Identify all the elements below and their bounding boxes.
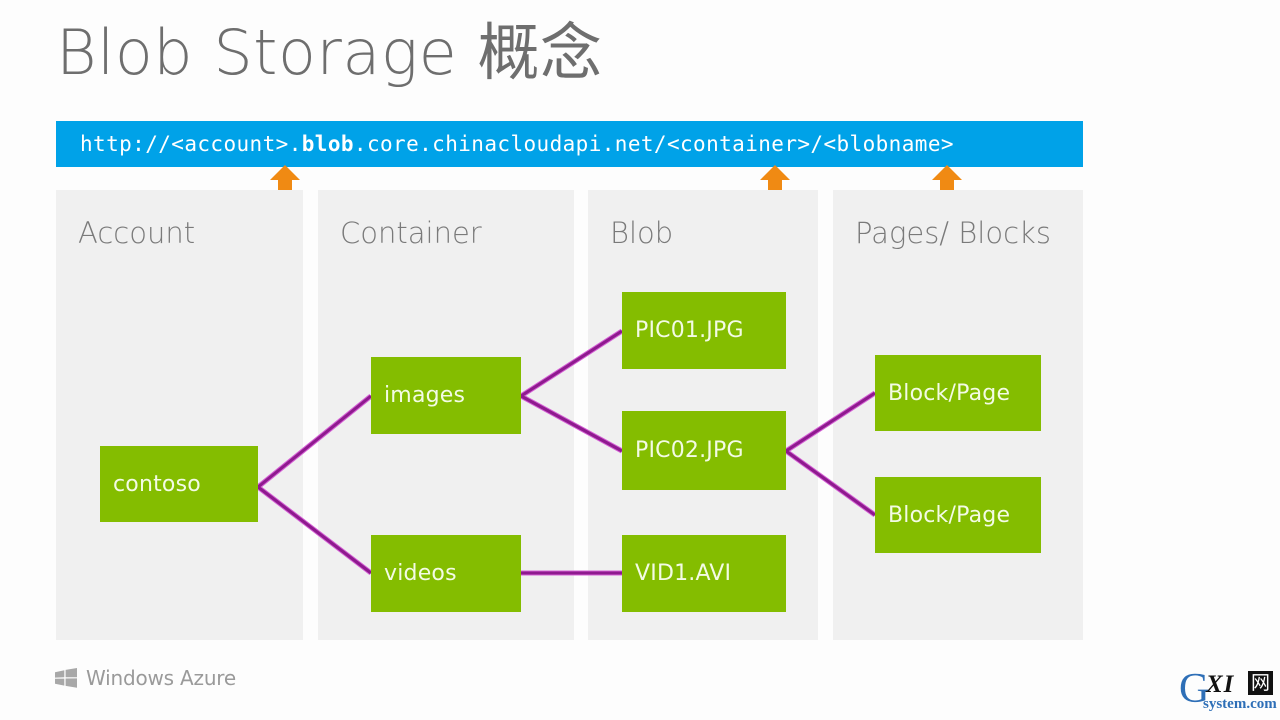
column-title-container: Container xyxy=(340,216,482,250)
node-block-page-2[interactable]: Block/Page xyxy=(875,477,1041,553)
column-title-pages-blocks: Pages/ Blocks xyxy=(855,216,1051,250)
column-panel-account: Account xyxy=(56,190,303,640)
url-emphasis: blob xyxy=(301,132,354,156)
url-text: http://<account>.blob.core.chinacloudapi… xyxy=(80,132,954,156)
node-videos[interactable]: videos xyxy=(371,535,521,612)
watermark-cjk-badge: 网 xyxy=(1248,671,1273,695)
column-title-blob: Blob xyxy=(610,216,674,250)
watermark-gxi: G XI 网 system.com xyxy=(1179,666,1280,716)
node-pic02-jpg[interactable]: PIC02.JPG xyxy=(622,411,786,490)
node-contoso[interactable]: contoso xyxy=(100,446,258,522)
watermark-domain: system.com xyxy=(1203,696,1277,712)
node-pic01-jpg[interactable]: PIC01.JPG xyxy=(622,292,786,369)
node-block-page-1[interactable]: Block/Page xyxy=(875,355,1041,431)
page-title: Blob Storage 概念 xyxy=(56,16,603,89)
node-images[interactable]: images xyxy=(371,357,521,434)
node-vid1-avi[interactable]: VID1.AVI xyxy=(622,535,786,612)
column-title-account: Account xyxy=(78,216,196,250)
url-suffix: .core.chinacloudapi.net/<container>/<blo… xyxy=(353,132,954,156)
brand-label: Windows Azure xyxy=(86,666,236,690)
windows-azure-brand: Windows Azure xyxy=(55,666,236,690)
watermark-xi: XI xyxy=(1206,671,1235,698)
url-banner: http://<account>.blob.core.chinacloudapi… xyxy=(56,121,1083,167)
windows-flag-icon xyxy=(55,668,77,688)
url-prefix: http://<account>. xyxy=(80,132,302,156)
